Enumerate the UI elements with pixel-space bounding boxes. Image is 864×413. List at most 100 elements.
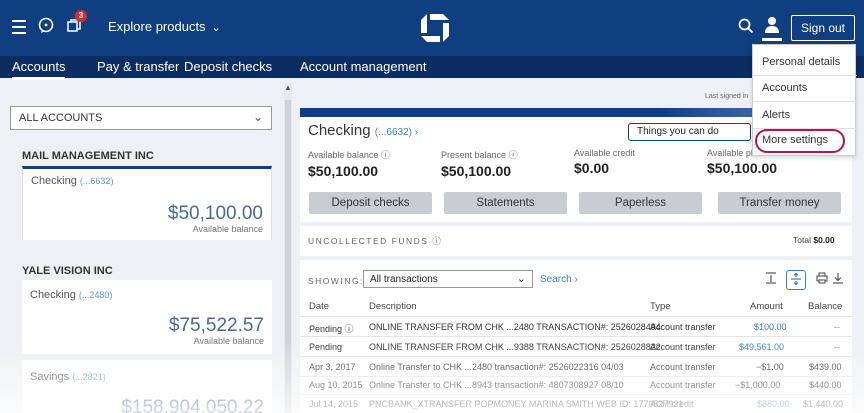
account-name: Checking (...6632): [31, 175, 113, 187]
account-title-mask: (...6632): [374, 127, 412, 138]
uncollected-total: Total $0.00: [793, 235, 835, 245]
column-header-type[interactable]: Type: [650, 301, 671, 312]
transaction-filter-select[interactable]: All transactions ⌄: [363, 270, 533, 288]
available-balance: Available balance ⓘ $50,100.00: [308, 148, 390, 179]
balance-value: $50,100.00: [441, 163, 512, 179]
account-balance: $158,904,050.22: [121, 397, 264, 413]
row-balance: --: [834, 342, 840, 352]
tab-deposit-checks[interactable]: Deposit checks: [184, 59, 272, 74]
paperless-button[interactable]: Paperless: [579, 192, 702, 214]
row-divider: [300, 336, 852, 337]
account-balance: $75,522.57: [168, 315, 264, 336]
bank-logo-icon[interactable]: [419, 12, 451, 44]
deposit-checks-button[interactable]: Deposit checks: [309, 192, 432, 214]
info-icon[interactable]: ⓘ: [509, 150, 518, 160]
tab-accounts[interactable]: Accounts: [12, 59, 66, 80]
account-filter-select[interactable]: ALL ACCOUNTS ⌄: [10, 106, 272, 130]
account-type: Checking: [31, 175, 77, 187]
row-date-text: Pending: [309, 324, 343, 334]
balance-value: $50,100.00: [308, 163, 379, 179]
row-type: Account transfer: [650, 342, 716, 352]
menu-divider: [753, 101, 857, 102]
top-header: 3 Explore products ⌄ Sign out: [0, 0, 864, 56]
transfer-money-button[interactable]: Transfer money: [718, 192, 841, 214]
row-date: Pending: [309, 342, 343, 352]
row-amount[interactable]: $49,561.00: [739, 342, 784, 352]
balance-label-text: Present balance: [441, 150, 507, 160]
chevron-down-icon: ⌄: [211, 22, 221, 34]
search-icon[interactable]: [738, 18, 754, 34]
row-date: Pending ⓘ: [309, 322, 354, 335]
sort-icon[interactable]: [761, 270, 781, 290]
things-you-can-do-select[interactable]: Things you can do: [628, 123, 751, 141]
menu-item-personal-details[interactable]: Personal details: [762, 56, 840, 68]
chevron-down-icon: ⌄: [252, 110, 263, 124]
row-description[interactable]: Online Transfer to CHK ...8943 transacti…: [369, 380, 624, 390]
row-amount: −$1,000.00: [735, 380, 781, 390]
row-description[interactable]: ONLINE TRANSFER FROM CHK ...9388 TRANSAC…: [369, 342, 661, 352]
row-type: ACH credit: [650, 399, 694, 409]
account-card-checking-2480[interactable]: Checking (...2480) $75,522.57 Available …: [22, 280, 272, 354]
row-description[interactable]: ONLINE TRANSFER FROM CHK ...2480 TRANSAC…: [369, 322, 661, 332]
notification-badge: 3: [75, 10, 87, 22]
row-divider: [300, 356, 852, 357]
account-mask: (...2821): [72, 372, 106, 382]
column-header-date[interactable]: Date: [309, 301, 329, 312]
row-balance: --: [834, 322, 840, 332]
row-type: Account transfer: [650, 380, 716, 390]
row-description[interactable]: Online Transfer to CHK ...2480 transacti…: [369, 362, 624, 372]
column-header-balance[interactable]: Balance: [808, 301, 842, 312]
info-icon[interactable]: ⓘ: [432, 236, 442, 246]
account-title[interactable]: Checking (...6632) ›: [308, 122, 418, 139]
explore-products-button[interactable]: Explore products ⌄: [108, 19, 221, 34]
row-type: Account transfer: [650, 322, 716, 332]
row-date: Jul 14, 2015: [309, 399, 359, 409]
menu-icon[interactable]: [12, 20, 26, 34]
menu-item-accounts[interactable]: Accounts: [762, 82, 807, 94]
balance-label: Available balance ⓘ: [308, 148, 390, 161]
column-header-amount[interactable]: Amount: [750, 301, 783, 312]
menu-item-alerts[interactable]: Alerts: [762, 109, 790, 121]
company-name: YALE VISION INC: [22, 265, 113, 277]
statements-button[interactable]: Statements: [444, 192, 567, 214]
company-name: MAIL MANAGEMENT INC: [22, 150, 154, 162]
total-value: $0.00: [813, 235, 835, 245]
explore-label: Explore products: [108, 19, 206, 34]
chevron-down-icon: ⌄: [516, 273, 526, 285]
sidebar-scrollbar[interactable]: ▲: [284, 82, 292, 413]
row-amount[interactable]: $880.00: [757, 399, 790, 409]
tab-pay-transfer[interactable]: Pay & transfer: [97, 59, 179, 74]
account-type: Savings: [30, 371, 70, 383]
account-name: Checking (...2480): [30, 289, 112, 301]
balance-label: Available credit: [574, 148, 635, 158]
scrollbar-thumb[interactable]: [285, 100, 291, 413]
profile-icon[interactable]: [764, 16, 780, 34]
filter-columns-icon[interactable]: [786, 270, 806, 290]
highlight-circle: [755, 129, 845, 153]
tab-account-management[interactable]: Account management: [300, 59, 426, 74]
info-icon[interactable]: ⓘ: [381, 150, 390, 160]
row-amount[interactable]: $100.00: [754, 322, 787, 332]
balance-label: Available balance: [193, 336, 264, 346]
present-balance: Present balance ⓘ $50,100.00: [441, 148, 518, 179]
search-transactions-link[interactable]: Search ›: [540, 274, 578, 285]
profile-dropdown-menu: Personal details Accounts Alerts More se…: [752, 44, 857, 156]
info-icon[interactable]: ⓘ: [345, 324, 354, 334]
account-card-checking-6632[interactable]: Checking (...6632) $50,100.00 Available …: [22, 166, 272, 240]
row-date: Aug 10, 2015: [309, 380, 363, 390]
row-balance: $440.00: [809, 380, 842, 390]
balance-label: Present balance ⓘ: [441, 148, 518, 161]
balance-value: $0.00: [574, 160, 610, 176]
scroll-up-icon[interactable]: ▲: [284, 84, 292, 92]
main-nav: Accounts Pay & transfer Deposit checks A…: [0, 56, 864, 80]
row-divider: [300, 394, 852, 395]
download-icon[interactable]: [828, 270, 848, 290]
profile-active-indicator: [762, 38, 782, 41]
chat-icon[interactable]: [37, 17, 55, 35]
menu-divider: [753, 75, 857, 76]
sign-out-button[interactable]: Sign out: [791, 15, 855, 41]
account-title-text: Checking: [308, 122, 371, 139]
column-header-description[interactable]: Description: [369, 301, 417, 312]
row-description[interactable]: PNCBANK_XTRANSFER POPMONEY MARINA SMITH …: [369, 399, 683, 409]
account-card-savings-2821[interactable]: Savings (...2821) $158,904,050.22: [22, 360, 272, 413]
